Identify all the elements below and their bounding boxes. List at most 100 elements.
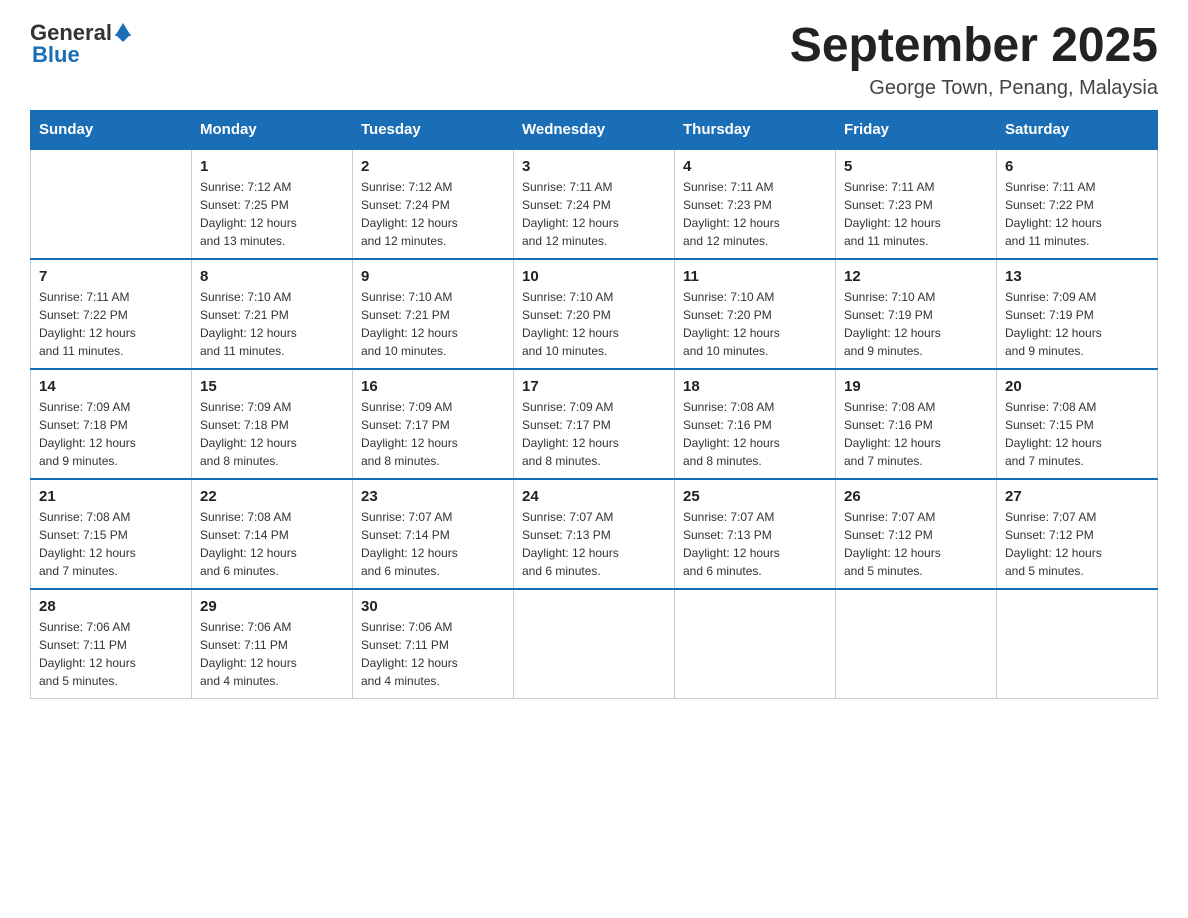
calendar-table: SundayMondayTuesdayWednesdayThursdayFrid… xyxy=(30,110,1158,699)
calendar-cell: 23 Sunrise: 7:07 AM Sunset: 7:14 PM Dayli… xyxy=(353,479,514,589)
calendar-cell: 7Sunrise: 7:11 AM Sunset: 7:22 PM Daylig… xyxy=(31,259,192,369)
calendar-cell: 10 Sunrise: 7:10 AM Sunset: 7:20 PM Dayli… xyxy=(514,259,675,369)
calendar-cell: 20 Sunrise: 7:08 AM Sunset: 7:15 PM Dayli… xyxy=(997,369,1158,479)
day-info: Sunrise: 7:09 AM Sunset: 7:18 PM Dayligh… xyxy=(200,398,344,470)
day-number: 12 xyxy=(844,268,988,285)
day-number: 17 xyxy=(522,378,666,395)
day-number: 14 xyxy=(39,378,183,395)
day-info: Sunrise: 7:06 AM Sunset: 7:11 PM Dayligh… xyxy=(361,618,505,690)
day-of-week-header: Friday xyxy=(836,110,997,149)
day-of-week-header: Monday xyxy=(192,110,353,149)
day-info: Sunrise: 7:11 AM Sunset: 7:23 PM Dayligh… xyxy=(683,178,827,250)
day-info: Sunrise: 7:09 AM Sunset: 7:17 PM Dayligh… xyxy=(522,398,666,470)
calendar-cell: 3 Sunrise: 7:11 AM Sunset: 7:24 PM Daylig… xyxy=(514,149,675,259)
day-number: 1 xyxy=(200,158,344,175)
day-info: Sunrise: 7:08 AM Sunset: 7:16 PM Dayligh… xyxy=(844,398,988,470)
day-info: Sunrise: 7:08 AM Sunset: 7:15 PM Dayligh… xyxy=(39,508,183,580)
day-info: Sunrise: 7:10 AM Sunset: 7:21 PM Dayligh… xyxy=(200,288,344,360)
logo-blue-text: Blue xyxy=(32,42,80,68)
calendar-cell: 18 Sunrise: 7:08 AM Sunset: 7:16 PM Dayli… xyxy=(675,369,836,479)
calendar-cell: 28Sunrise: 7:06 AM Sunset: 7:11 PM Dayli… xyxy=(31,589,192,699)
day-number: 6 xyxy=(1005,158,1149,175)
day-info: Sunrise: 7:10 AM Sunset: 7:19 PM Dayligh… xyxy=(844,288,988,360)
calendar-cell: 2 Sunrise: 7:12 AM Sunset: 7:24 PM Daylig… xyxy=(353,149,514,259)
day-number: 11 xyxy=(683,268,827,285)
day-number: 29 xyxy=(200,598,344,615)
day-number: 13 xyxy=(1005,268,1149,285)
calendar-cell xyxy=(675,589,836,699)
day-number: 25 xyxy=(683,488,827,505)
day-number: 18 xyxy=(683,378,827,395)
day-info: Sunrise: 7:08 AM Sunset: 7:15 PM Dayligh… xyxy=(1005,398,1149,470)
logo: General Blue xyxy=(30,20,131,68)
day-info: Sunrise: 7:12 AM Sunset: 7:25 PM Dayligh… xyxy=(200,178,344,250)
calendar-cell: 29 Sunrise: 7:06 AM Sunset: 7:11 PM Dayli… xyxy=(192,589,353,699)
main-title: September 2025 xyxy=(790,20,1158,73)
calendar-cell: 15 Sunrise: 7:09 AM Sunset: 7:18 PM Dayli… xyxy=(192,369,353,479)
calendar-cell: 11Sunrise: 7:10 AM Sunset: 7:20 PM Dayli… xyxy=(675,259,836,369)
day-info: Sunrise: 7:11 AM Sunset: 7:23 PM Dayligh… xyxy=(844,178,988,250)
calendar-week-row: 28Sunrise: 7:06 AM Sunset: 7:11 PM Dayli… xyxy=(31,589,1158,699)
calendar-week-row: 7Sunrise: 7:11 AM Sunset: 7:22 PM Daylig… xyxy=(31,259,1158,369)
calendar-cell xyxy=(997,589,1158,699)
day-info: Sunrise: 7:08 AM Sunset: 7:16 PM Dayligh… xyxy=(683,398,827,470)
day-number: 10 xyxy=(522,268,666,285)
day-number: 15 xyxy=(200,378,344,395)
subtitle: George Town, Penang, Malaysia xyxy=(790,77,1158,100)
calendar-cell: 1 Sunrise: 7:12 AM Sunset: 7:25 PM Daylig… xyxy=(192,149,353,259)
day-number: 24 xyxy=(522,488,666,505)
day-info: Sunrise: 7:12 AM Sunset: 7:24 PM Dayligh… xyxy=(361,178,505,250)
calendar-cell: 4 Sunrise: 7:11 AM Sunset: 7:23 PM Daylig… xyxy=(675,149,836,259)
day-number: 7 xyxy=(39,268,183,285)
day-number: 20 xyxy=(1005,378,1149,395)
page-header: General Blue September 2025 George Town,… xyxy=(30,20,1158,100)
calendar-cell xyxy=(836,589,997,699)
day-info: Sunrise: 7:08 AM Sunset: 7:14 PM Dayligh… xyxy=(200,508,344,580)
day-info: Sunrise: 7:06 AM Sunset: 7:11 PM Dayligh… xyxy=(39,618,183,690)
day-number: 4 xyxy=(683,158,827,175)
day-number: 16 xyxy=(361,378,505,395)
calendar-cell: 25 Sunrise: 7:07 AM Sunset: 7:13 PM Dayli… xyxy=(675,479,836,589)
day-info: Sunrise: 7:09 AM Sunset: 7:19 PM Dayligh… xyxy=(1005,288,1149,360)
day-info: Sunrise: 7:07 AM Sunset: 7:13 PM Dayligh… xyxy=(683,508,827,580)
calendar-cell: 16Sunrise: 7:09 AM Sunset: 7:17 PM Dayli… xyxy=(353,369,514,479)
calendar-week-row: 21Sunrise: 7:08 AM Sunset: 7:15 PM Dayli… xyxy=(31,479,1158,589)
calendar-week-row: 1 Sunrise: 7:12 AM Sunset: 7:25 PM Daylig… xyxy=(31,149,1158,259)
day-info: Sunrise: 7:10 AM Sunset: 7:20 PM Dayligh… xyxy=(522,288,666,360)
day-info: Sunrise: 7:07 AM Sunset: 7:12 PM Dayligh… xyxy=(1005,508,1149,580)
calendar-cell: 5 Sunrise: 7:11 AM Sunset: 7:23 PM Daylig… xyxy=(836,149,997,259)
day-number: 22 xyxy=(200,488,344,505)
calendar-header-row: SundayMondayTuesdayWednesdayThursdayFrid… xyxy=(31,110,1158,149)
calendar-cell: 30 Sunrise: 7:06 AM Sunset: 7:11 PM Dayli… xyxy=(353,589,514,699)
calendar-cell: 13 Sunrise: 7:09 AM Sunset: 7:19 PM Dayli… xyxy=(997,259,1158,369)
day-info: Sunrise: 7:07 AM Sunset: 7:14 PM Dayligh… xyxy=(361,508,505,580)
day-number: 30 xyxy=(361,598,505,615)
calendar-cell: 6 Sunrise: 7:11 AM Sunset: 7:22 PM Daylig… xyxy=(997,149,1158,259)
day-number: 5 xyxy=(844,158,988,175)
day-of-week-header: Saturday xyxy=(997,110,1158,149)
day-info: Sunrise: 7:11 AM Sunset: 7:24 PM Dayligh… xyxy=(522,178,666,250)
title-block: September 2025 George Town, Penang, Mala… xyxy=(790,20,1158,100)
calendar-cell: 19 Sunrise: 7:08 AM Sunset: 7:16 PM Dayli… xyxy=(836,369,997,479)
day-info: Sunrise: 7:09 AM Sunset: 7:18 PM Dayligh… xyxy=(39,398,183,470)
day-of-week-header: Tuesday xyxy=(353,110,514,149)
day-info: Sunrise: 7:07 AM Sunset: 7:13 PM Dayligh… xyxy=(522,508,666,580)
day-number: 19 xyxy=(844,378,988,395)
day-number: 2 xyxy=(361,158,505,175)
day-info: Sunrise: 7:11 AM Sunset: 7:22 PM Dayligh… xyxy=(1005,178,1149,250)
calendar-cell xyxy=(31,149,192,259)
calendar-week-row: 14 Sunrise: 7:09 AM Sunset: 7:18 PM Dayli… xyxy=(31,369,1158,479)
calendar-cell: 21Sunrise: 7:08 AM Sunset: 7:15 PM Dayli… xyxy=(31,479,192,589)
day-number: 23 xyxy=(361,488,505,505)
calendar-cell: 9Sunrise: 7:10 AM Sunset: 7:21 PM Daylig… xyxy=(353,259,514,369)
calendar-cell: 17 Sunrise: 7:09 AM Sunset: 7:17 PM Dayli… xyxy=(514,369,675,479)
day-info: Sunrise: 7:10 AM Sunset: 7:21 PM Dayligh… xyxy=(361,288,505,360)
calendar-cell: 14 Sunrise: 7:09 AM Sunset: 7:18 PM Dayli… xyxy=(31,369,192,479)
calendar-cell: 12 Sunrise: 7:10 AM Sunset: 7:19 PM Dayli… xyxy=(836,259,997,369)
day-number: 26 xyxy=(844,488,988,505)
day-info: Sunrise: 7:06 AM Sunset: 7:11 PM Dayligh… xyxy=(200,618,344,690)
day-number: 27 xyxy=(1005,488,1149,505)
day-number: 3 xyxy=(522,158,666,175)
day-of-week-header: Sunday xyxy=(31,110,192,149)
calendar-cell: 8Sunrise: 7:10 AM Sunset: 7:21 PM Daylig… xyxy=(192,259,353,369)
